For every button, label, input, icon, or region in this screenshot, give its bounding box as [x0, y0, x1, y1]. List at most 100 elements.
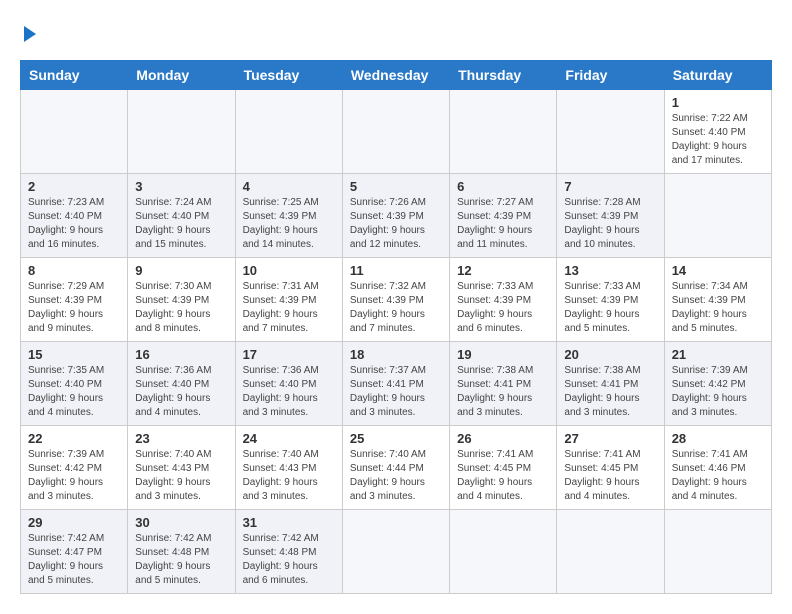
calendar-cell: 10Sunrise: 7:31 AMSunset: 4:39 PMDayligh…: [235, 258, 342, 342]
day-number: 16: [135, 347, 227, 362]
calendar-cell: 31Sunrise: 7:42 AMSunset: 4:48 PMDayligh…: [235, 510, 342, 594]
calendar-cell: 25 Sunrise: 7:40 AMSunset: 4:44 PMDayligh…: [342, 426, 449, 510]
day-info: Sunrise: 7:27 AMSunset: 4:39 PMDaylight:…: [457, 196, 549, 252]
day-number: 14: [672, 263, 764, 278]
day-of-week-header: Friday: [557, 61, 664, 90]
day-info: Sunrise: 7:34 AMSunset: 4:39 PMDaylight:…: [672, 280, 764, 336]
day-number: 13: [564, 263, 656, 278]
day-number: 28: [672, 431, 764, 446]
calendar-cell: 4Sunrise: 7:25 AMSunset: 4:39 PMDaylight…: [235, 174, 342, 258]
calendar-cell: [342, 510, 449, 594]
calendar-cell: 23Sunrise: 7:40 AMSunset: 4:43 PMDayligh…: [128, 426, 235, 510]
day-number: 8: [28, 263, 120, 278]
calendar-cell: 21Sunrise: 7:39 AMSunset: 4:42 PMDayligh…: [664, 342, 771, 426]
day-info: Sunrise: 7:31 AMSunset: 4:39 PMDaylight:…: [243, 280, 335, 336]
day-info: Sunrise: 7:39 AMSunset: 4:42 PMDaylight:…: [28, 448, 120, 504]
day-info: Sunrise: 7:40 AMSunset: 4:43 PMDaylight:…: [243, 448, 335, 504]
day-info: Sunrise: 7:41 AMSunset: 4:45 PMDaylight:…: [564, 448, 656, 504]
calendar-week-row: 22 Sunrise: 7:39 AMSunset: 4:42 PMDayligh…: [21, 426, 772, 510]
calendar-cell: [664, 510, 771, 594]
calendar-cell: 17 Sunrise: 7:36 AMSunset: 4:40 PMDayligh…: [235, 342, 342, 426]
day-info: Sunrise: 7:28 AMSunset: 4:39 PMDaylight:…: [564, 196, 656, 252]
day-info: Sunrise: 7:41 AMSunset: 4:46 PMDaylight:…: [672, 448, 764, 504]
day-number: 29: [28, 515, 120, 530]
calendar-cell: 12Sunrise: 7:33 AMSunset: 4:39 PMDayligh…: [450, 258, 557, 342]
day-info: Sunrise: 7:22 AMSunset: 4:40 PMDaylight:…: [672, 112, 764, 168]
day-number: 7: [564, 179, 656, 194]
day-number: 2: [28, 179, 120, 194]
day-info: Sunrise: 7:26 AMSunset: 4:39 PMDaylight:…: [350, 196, 442, 252]
calendar-table: SundayMondayTuesdayWednesdayThursdayFrid…: [20, 60, 772, 594]
calendar-cell: [128, 90, 235, 174]
day-info: Sunrise: 7:40 AMSunset: 4:43 PMDaylight:…: [135, 448, 227, 504]
calendar-cell: [21, 90, 128, 174]
day-info: Sunrise: 7:38 AMSunset: 4:41 PMDaylight:…: [457, 364, 549, 420]
calendar-cell: 18 Sunrise: 7:37 AMSunset: 4:41 PMDayligh…: [342, 342, 449, 426]
calendar-cell: [450, 510, 557, 594]
days-of-week-row: SundayMondayTuesdayWednesdayThursdayFrid…: [21, 61, 772, 90]
day-of-week-header: Saturday: [664, 61, 771, 90]
calendar-cell: [342, 90, 449, 174]
logo: [20, 20, 36, 44]
day-number: 26: [457, 431, 549, 446]
day-info: Sunrise: 7:25 AMSunset: 4:39 PMDaylight:…: [243, 196, 335, 252]
calendar-cell: 16 Sunrise: 7:36 AMSunset: 4:40 PMDayligh…: [128, 342, 235, 426]
calendar-cell: [664, 174, 771, 258]
day-info: Sunrise: 7:33 AMSunset: 4:39 PMDaylight:…: [564, 280, 656, 336]
day-of-week-header: Monday: [128, 61, 235, 90]
calendar-week-row: 8 Sunrise: 7:29 AMSunset: 4:39 PMDaylight…: [21, 258, 772, 342]
logo-arrow-icon: [24, 26, 36, 42]
day-number: 17: [243, 347, 335, 362]
day-number: 1: [672, 95, 764, 110]
calendar-header: SundayMondayTuesdayWednesdayThursdayFrid…: [21, 61, 772, 90]
calendar-week-row: 2 Sunrise: 7:23 AMSunset: 4:40 PMDaylight…: [21, 174, 772, 258]
calendar-cell: [557, 90, 664, 174]
calendar-cell: 28 Sunrise: 7:41 AMSunset: 4:46 PMDayligh…: [664, 426, 771, 510]
day-number: 20: [564, 347, 656, 362]
calendar-cell: 6 Sunrise: 7:27 AMSunset: 4:39 PMDaylight…: [450, 174, 557, 258]
day-of-week-header: Tuesday: [235, 61, 342, 90]
calendar-week-row: 29 Sunrise: 7:42 AMSunset: 4:47 PMDayligh…: [21, 510, 772, 594]
day-number: 18: [350, 347, 442, 362]
day-info: Sunrise: 7:42 AMSunset: 4:48 PMDaylight:…: [135, 532, 227, 588]
day-info: Sunrise: 7:41 AMSunset: 4:45 PMDaylight:…: [457, 448, 549, 504]
day-number: 19: [457, 347, 549, 362]
day-number: 22: [28, 431, 120, 446]
day-number: 9: [135, 263, 227, 278]
day-number: 12: [457, 263, 549, 278]
day-info: Sunrise: 7:35 AMSunset: 4:40 PMDaylight:…: [28, 364, 120, 420]
calendar-cell: 11 Sunrise: 7:32 AMSunset: 4:39 PMDayligh…: [342, 258, 449, 342]
calendar-cell: 1 Sunrise: 7:22 AMSunset: 4:40 PMDaylight…: [664, 90, 771, 174]
calendar-cell: [235, 90, 342, 174]
day-info: Sunrise: 7:42 AMSunset: 4:48 PMDaylight:…: [243, 532, 335, 588]
day-info: Sunrise: 7:36 AMSunset: 4:40 PMDaylight:…: [243, 364, 335, 420]
day-info: Sunrise: 7:37 AMSunset: 4:41 PMDaylight:…: [350, 364, 442, 420]
day-number: 30: [135, 515, 227, 530]
calendar-cell: 14 Sunrise: 7:34 AMSunset: 4:39 PMDayligh…: [664, 258, 771, 342]
calendar-cell: 22 Sunrise: 7:39 AMSunset: 4:42 PMDayligh…: [21, 426, 128, 510]
calendar-cell: 24Sunrise: 7:40 AMSunset: 4:43 PMDayligh…: [235, 426, 342, 510]
calendar-cell: 9 Sunrise: 7:30 AMSunset: 4:39 PMDaylight…: [128, 258, 235, 342]
day-info: Sunrise: 7:24 AMSunset: 4:40 PMDaylight:…: [135, 196, 227, 252]
calendar-cell: 8 Sunrise: 7:29 AMSunset: 4:39 PMDaylight…: [21, 258, 128, 342]
day-number: 25: [350, 431, 442, 446]
calendar-cell: 29 Sunrise: 7:42 AMSunset: 4:47 PMDayligh…: [21, 510, 128, 594]
calendar-cell: 15 Sunrise: 7:35 AMSunset: 4:40 PMDayligh…: [21, 342, 128, 426]
day-number: 6: [457, 179, 549, 194]
day-info: Sunrise: 7:32 AMSunset: 4:39 PMDaylight:…: [350, 280, 442, 336]
calendar-cell: [557, 510, 664, 594]
calendar-cell: 3 Sunrise: 7:24 AMSunset: 4:40 PMDaylight…: [128, 174, 235, 258]
day-info: Sunrise: 7:30 AMSunset: 4:39 PMDaylight:…: [135, 280, 227, 336]
day-info: Sunrise: 7:29 AMSunset: 4:39 PMDaylight:…: [28, 280, 120, 336]
day-info: Sunrise: 7:23 AMSunset: 4:40 PMDaylight:…: [28, 196, 120, 252]
day-info: Sunrise: 7:40 AMSunset: 4:44 PMDaylight:…: [350, 448, 442, 504]
day-info: Sunrise: 7:42 AMSunset: 4:47 PMDaylight:…: [28, 532, 120, 588]
day-number: 11: [350, 263, 442, 278]
calendar-cell: 20Sunrise: 7:38 AMSunset: 4:41 PMDayligh…: [557, 342, 664, 426]
calendar-body: 1 Sunrise: 7:22 AMSunset: 4:40 PMDaylight…: [21, 90, 772, 594]
day-number: 3: [135, 179, 227, 194]
calendar-cell: 7 Sunrise: 7:28 AMSunset: 4:39 PMDaylight…: [557, 174, 664, 258]
day-info: Sunrise: 7:36 AMSunset: 4:40 PMDaylight:…: [135, 364, 227, 420]
day-number: 15: [28, 347, 120, 362]
calendar-cell: 13 Sunrise: 7:33 AMSunset: 4:39 PMDayligh…: [557, 258, 664, 342]
